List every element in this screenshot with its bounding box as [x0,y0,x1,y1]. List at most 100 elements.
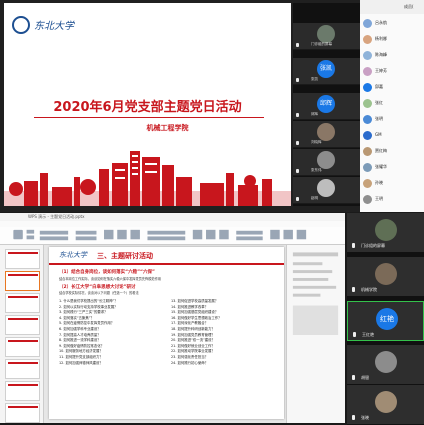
slide-thumbnail[interactable] [5,403,40,423]
member-list-item[interactable]: 贾红梅 [360,144,424,160]
campus-skyline-graphic [4,151,291,206]
slide-thumbnail[interactable] [5,293,40,313]
slide-thumbnail[interactable] [5,359,40,379]
member-name: 孙晓 [375,180,383,185]
mic-icon [352,415,355,420]
mic-icon [296,78,299,82]
thumbnail-header-bar [8,274,38,276]
member-name: 王婷芳 [375,68,387,73]
participant-tile[interactable]: 机械学院 [347,257,424,297]
question-item: 24. 如何践行初心使命？ [171,360,208,365]
slide-title: 三、主题研讨活动 [97,252,153,260]
participant-photo [375,351,397,373]
section-2-body: 结合学校实际情况，谈谈对以下问题（任选一个）的看法 [59,291,139,295]
mic-icon [296,169,299,173]
member-list-panel: 成员( 吕永航杨利娜陈海峰王婷芳邱嘉张红张明 GM 贾红梅张耀华孙晓王明 [360,0,424,212]
mic-icon [352,287,355,292]
member-list-item[interactable]: 杨利娜 [360,32,424,48]
shared-slide-title: 东北大学 2020年6月党支部主题党日活动 机械工程学院 [4,3,291,206]
participant-tile[interactable]: 张凯 张凯 [293,58,360,85]
mic-icon [296,197,299,201]
participant-photo [375,391,397,413]
participant-name: 赵明 [311,196,318,200]
member-avatar [363,99,372,108]
participant-photo [317,25,335,43]
member-list-item[interactable]: 邱嘉 [360,80,424,96]
participant-tile[interactable]: 刘晓辉 [293,121,360,148]
question-item: 12. 如何加强师德师风建设？ [59,360,103,365]
member-avatar [363,195,372,204]
section-1-body: 结合本岗位工作实际，谈谈如何在落实六稳六保中发挥党员先锋模范作用 [59,277,161,281]
bottom-meeting-window: WPS 演示 - 主题党日活动.pptx 文件开始插入设计切换动画放映审阅视图工… [0,213,424,425]
thumbnail-header-bar [8,406,38,408]
slide-thumbnail-pane [0,245,44,423]
slide-subtitle: 机械工程学院 [146,124,189,132]
member-avatar [363,83,372,92]
mic-icon [296,43,299,47]
slide-thumbnail[interactable] [5,271,40,291]
participant-photo [375,263,397,285]
mic-icon [296,141,299,145]
participant-tile[interactable]: 门诊组的屏幕 [347,213,424,253]
member-list-item[interactable]: 陈海峰 [360,48,424,64]
participant-name: 张晓 [361,415,369,420]
member-name: 杨利娜 [375,36,387,41]
slide-thumbnail[interactable] [5,381,40,401]
participant-avatar: 张凯 [317,60,335,78]
mic-icon [353,332,356,337]
mic-icon [352,375,355,380]
participant-photo [317,151,335,169]
member-avatar [363,147,372,156]
participant-tile[interactable]: 张晓 [347,385,424,425]
editor-ribbon-toolbar[interactable] [0,227,345,245]
member-list-item[interactable]: 孙晓 [360,176,424,192]
presentation-editor: WPS 演示 - 主题党日活动.pptx 文件开始插入设计切换动画放映审阅视图工… [0,213,345,423]
member-list-item[interactable]: 张耀华 [360,160,424,176]
thumbnail-header-bar [8,384,38,386]
thumbnail-header-bar [8,340,38,342]
participant-photo [317,179,335,197]
participant-tile-active-speaker[interactable]: 红艳 王红艳 [347,301,424,341]
thumbnail-header-bar [8,362,38,364]
member-list-item[interactable]: GM [360,128,424,144]
university-emblem-icon [12,16,30,34]
participant-tile[interactable]: 邱辉 邱辉 [293,93,360,120]
participant-photo [375,219,397,241]
university-name: 东北大学 [34,21,74,32]
top-meeting-window: 东北大学 2020年6月党支部主题党日活动 机械工程学院 门诊组的屏幕 张凯 张… [0,0,424,212]
member-list-item[interactable]: 张明 [360,112,424,128]
member-list-item[interactable]: 王婷芳 [360,64,424,80]
slide-thumbnail[interactable] [5,315,40,335]
member-list-header: 成员( [360,0,424,14]
member-avatar [363,67,372,76]
editor-titlebar: WPS 演示 - 主题党日活动.pptx [0,213,345,221]
participant-tile[interactable]: 门诊组的屏幕 [293,23,360,50]
question-item: 1. 什么是我们学校提出的“长江精神”？ [59,299,118,303]
member-avatar [363,19,372,28]
member-avatar [363,179,372,188]
editor-side-panel [286,245,345,423]
participant-avatar: 邱辉 [317,95,335,113]
member-name: 贾红梅 [375,148,387,153]
university-name: 东北大学 [59,251,87,259]
slide-thumbnail[interactable] [5,249,40,269]
participant-name: 张凯 [311,77,318,81]
slide-header: 东北大学 三、主题研讨活动 [49,247,284,265]
member-avatar [363,163,372,172]
member-list-item[interactable]: 吕永航 [360,16,424,32]
participant-name: 门诊组的屏幕 [311,42,332,46]
participant-tile[interactable]: 胡银 [347,345,424,385]
member-list-item[interactable]: 王明 [360,192,424,208]
section-1-title: （1）结合自身岗位，谈如何落实“六稳”“六保” [59,270,155,275]
member-name: 张红 [375,100,383,105]
thumbnail-header-bar [8,318,38,320]
participant-name: 邱辉 [311,112,318,116]
question-item: 13. 如何促进学校高质量发展？ [171,299,219,303]
member-avatar [363,115,372,124]
member-list-item[interactable]: 张红 [360,96,424,112]
participant-tile[interactable]: 张东伟 [293,149,360,176]
participant-tile[interactable]: 赵明 [293,177,360,204]
slide-thumbnail[interactable] [5,337,40,357]
member-name: 王明 [375,196,383,201]
member-name: 陈海峰 [375,52,387,57]
